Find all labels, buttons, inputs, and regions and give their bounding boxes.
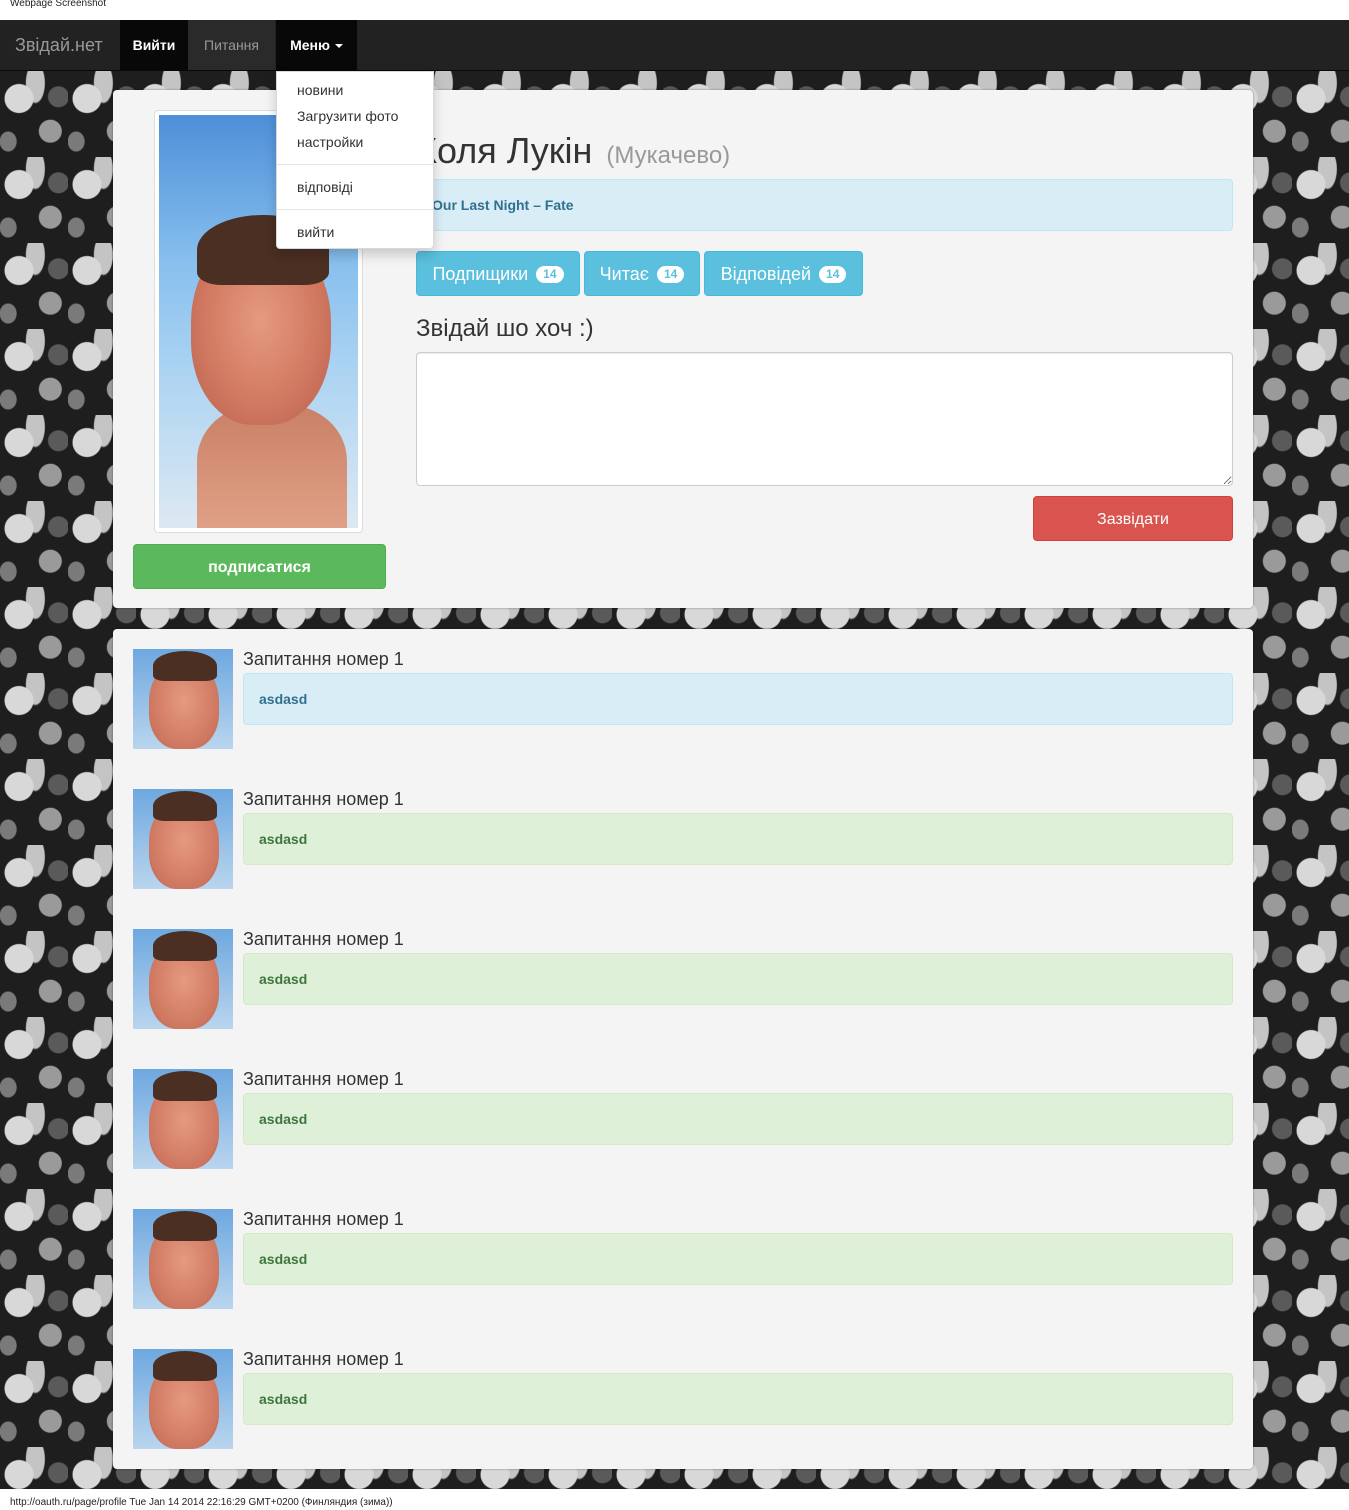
ask-submit-button[interactable]: Зазвідати <box>1033 496 1233 541</box>
caret-down-icon <box>334 44 343 49</box>
answers-count-badge: 14 <box>819 265 847 283</box>
question-item: Запитання номер 1 asdasd <box>133 1069 1233 1169</box>
reads-button[interactable]: Читає 14 <box>584 251 700 296</box>
question-item: Запитання номер 1 asdasd <box>133 929 1233 1029</box>
question-title: Запитання номер 1 <box>243 649 404 669</box>
question-avatar <box>133 789 233 889</box>
question-avatar <box>133 1209 233 1309</box>
profile-city: (Мукачево) <box>606 142 731 169</box>
nav-questions[interactable]: Питання <box>188 20 275 70</box>
navbar: Звідай.нет Вийти Питання Меню <box>0 20 1349 71</box>
question-answer: asdasd <box>243 673 1233 725</box>
dropdown-item-upload-photo[interactable]: Загрузити фото <box>297 106 398 126</box>
question-answer: asdasd <box>243 953 1233 1005</box>
ask-textarea[interactable] <box>416 352 1233 486</box>
answers-label: Відповідей <box>720 264 812 284</box>
subscribe-button[interactable]: подписатися <box>133 544 386 589</box>
screenshot-caption: Webpage Screenshot <box>10 0 106 9</box>
nav-menu-label: Меню <box>290 37 330 53</box>
question-answer: asdasd <box>243 1373 1233 1425</box>
question-avatar <box>133 1349 233 1449</box>
question-title: Запитання номер 1 <box>243 1209 404 1229</box>
followers-button[interactable]: Подпищики 14 <box>416 251 580 296</box>
ask-heading: Звідай шо хоч :) <box>416 315 594 342</box>
dropdown-item-logout[interactable]: вийти <box>297 222 334 242</box>
question-item: Запитання номер 1 asdasd <box>133 649 1233 749</box>
profile-name-text: Коля Лукін <box>416 130 593 171</box>
questions-panel: Запитання номер 1 asdasd Запитання номер… <box>113 629 1253 1469</box>
question-title: Запитання номер 1 <box>243 789 404 809</box>
question-answer: asdasd <box>243 1233 1233 1285</box>
dropdown-item-answers[interactable]: відповіді <box>297 177 353 197</box>
question-title: Запитання номер 1 <box>243 929 404 949</box>
question-title: Запитання номер 1 <box>243 1349 404 1369</box>
question-item: Запитання номер 1 asdasd <box>133 1209 1233 1309</box>
followers-label: Подпищики <box>432 264 529 284</box>
question-item: Запитання номер 1 asdasd <box>133 789 1233 889</box>
question-answer: asdasd <box>243 813 1233 865</box>
question-answer: asdasd <box>243 1093 1233 1145</box>
question-avatar <box>133 649 233 749</box>
profile-status: Our Last Night – Fate <box>416 179 1233 231</box>
profile-name: Коля Лукін (Мукачево) <box>416 130 730 177</box>
question-avatar <box>133 1069 233 1169</box>
reads-label: Читає <box>599 264 649 284</box>
menu-dropdown: новини Загрузити фото настройки відповід… <box>276 71 434 249</box>
question-item: Запитання номер 1 asdasd <box>133 1349 1233 1449</box>
answers-button[interactable]: Відповідей 14 <box>704 251 863 296</box>
nav-login[interactable]: Вийти <box>120 20 188 70</box>
reads-count-badge: 14 <box>656 265 685 283</box>
question-title: Запитання номер 1 <box>243 1069 404 1089</box>
brand-link[interactable]: Звідай.нет <box>15 35 103 55</box>
dropdown-item-settings[interactable]: настройки <box>297 132 363 152</box>
page-url-footer: http://oauth.ru/page/profile Tue Jan 14 … <box>10 1497 393 1508</box>
nav-menu-toggle[interactable]: Меню <box>276 20 357 70</box>
question-avatar <box>133 929 233 1029</box>
followers-count-badge: 14 <box>536 265 564 283</box>
dropdown-divider <box>277 164 433 165</box>
dropdown-divider <box>277 209 433 210</box>
dropdown-item-news[interactable]: новини <box>297 80 343 100</box>
